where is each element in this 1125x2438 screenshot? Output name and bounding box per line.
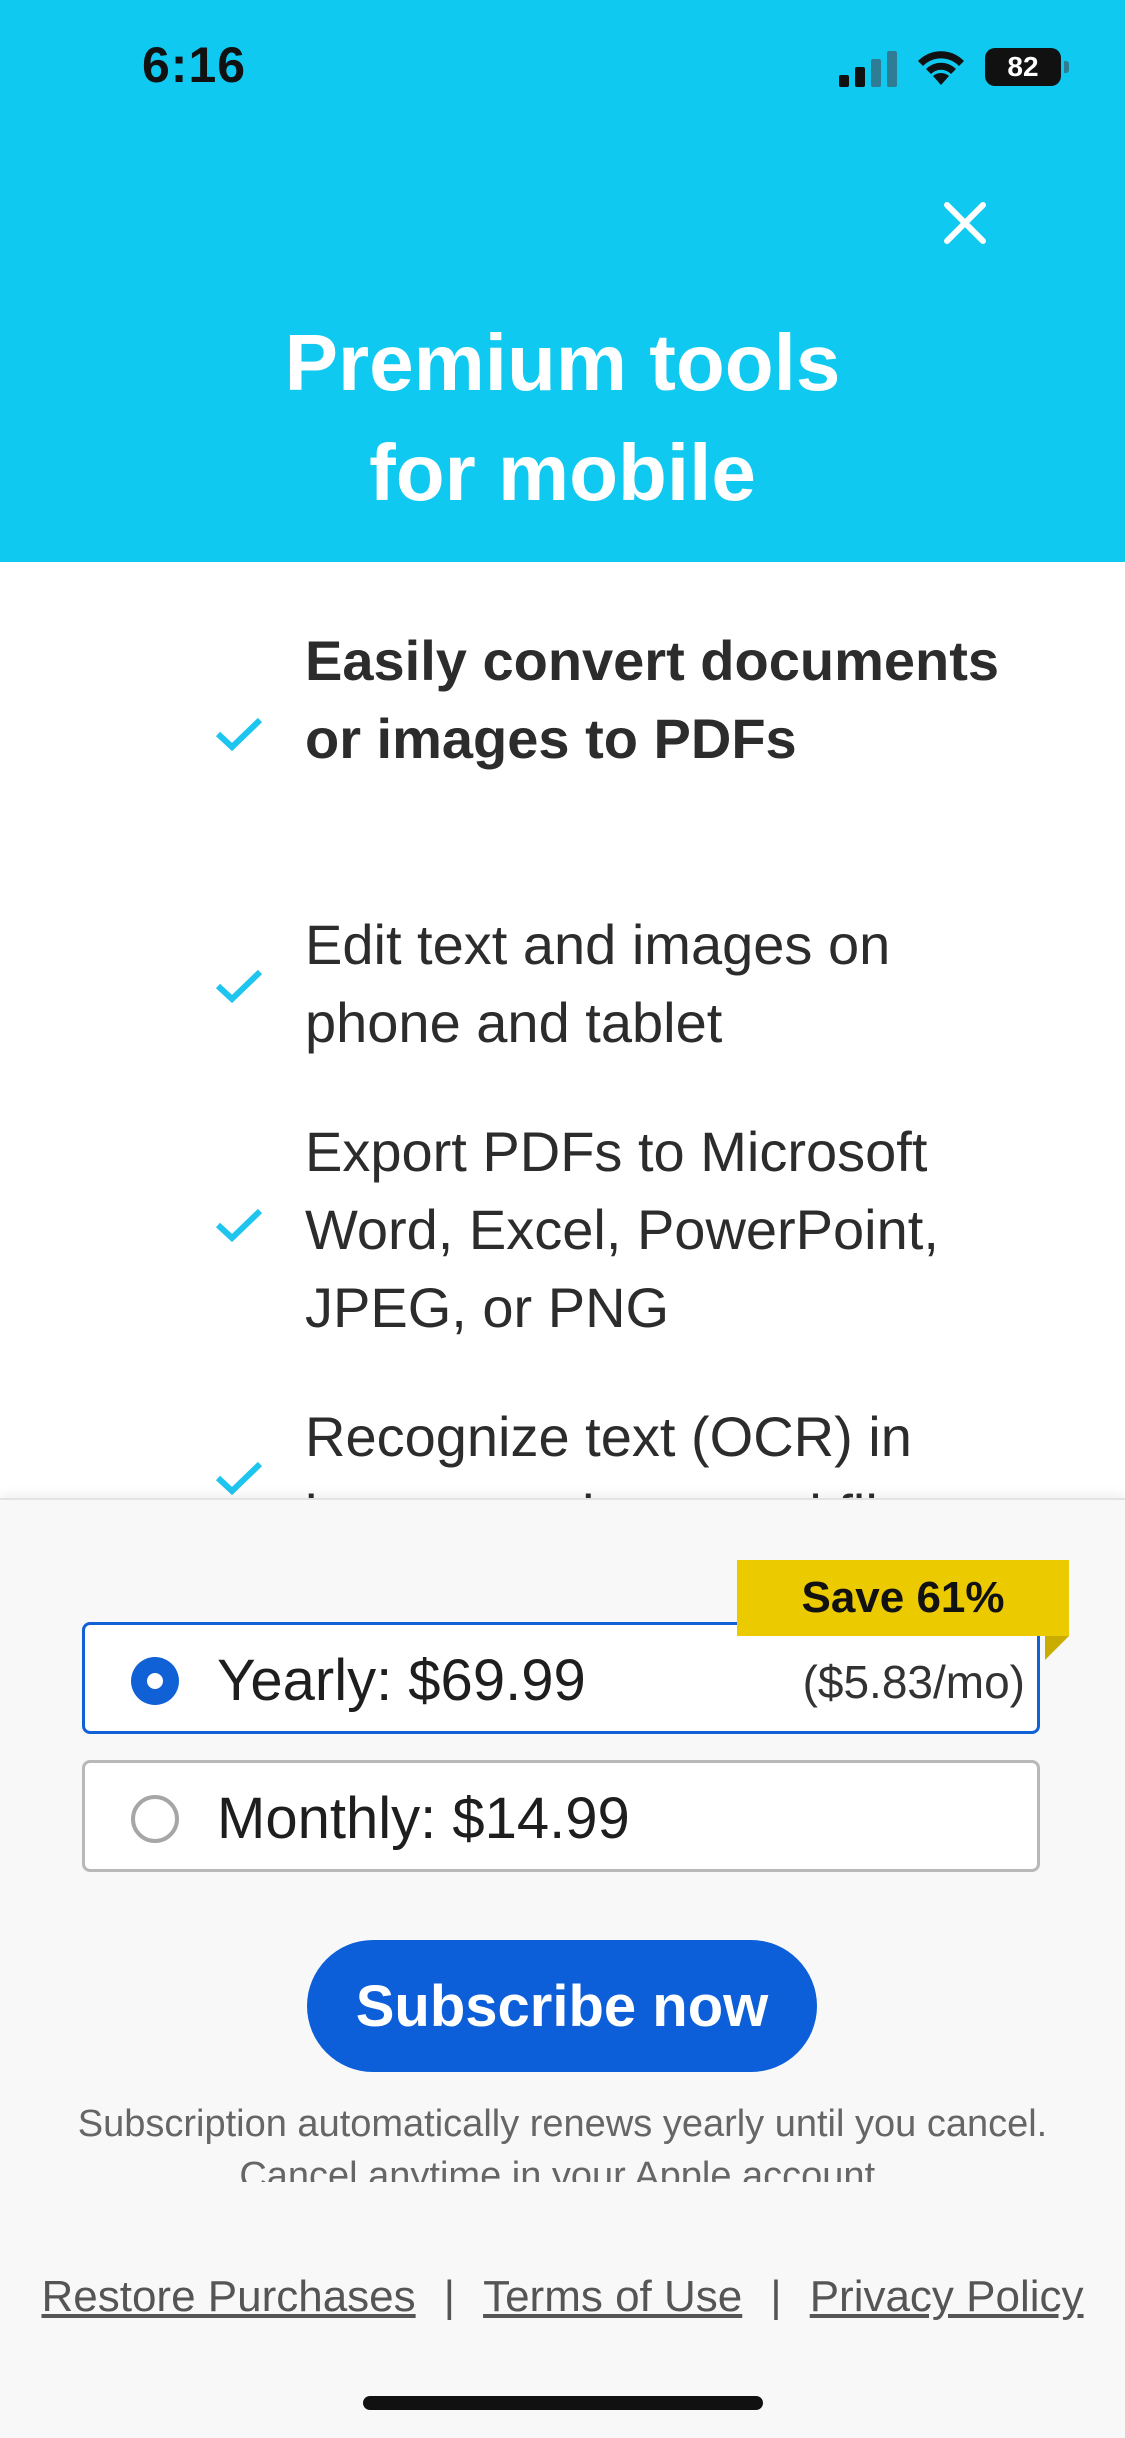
checkmark-icon bbox=[215, 717, 263, 752]
subscription-panel: Save 61% Yearly: $69.99 ($5.83/mo) Month… bbox=[0, 1498, 1125, 2438]
status-time: 6:16 bbox=[142, 37, 247, 93]
feature-text: Export PDFs to Microsoft Word, Excel, Po… bbox=[305, 1120, 939, 1339]
status-icons: 82 bbox=[839, 40, 1069, 94]
privacy-policy-link[interactable]: Privacy Policy bbox=[810, 2272, 1084, 2322]
footer-links: Restore Purchases | Terms of Use | Priva… bbox=[0, 2272, 1125, 2322]
header: 6:16 82 Premium tools for mobile bbox=[0, 0, 1125, 562]
battery-level: 82 bbox=[1007, 51, 1039, 82]
radio-unselected-icon[interactable] bbox=[131, 1795, 179, 1843]
title-line-2: for mobile bbox=[369, 428, 756, 517]
checkmark-icon bbox=[215, 969, 263, 1004]
wifi-icon bbox=[918, 51, 964, 85]
yearly-monthly-price: ($5.83/mo) bbox=[802, 1656, 1025, 1708]
terms-of-use-link[interactable]: Terms of Use bbox=[483, 2272, 742, 2322]
close-button[interactable] bbox=[930, 188, 1000, 258]
battery-icon: 82 bbox=[985, 48, 1069, 86]
yearly-plan-option[interactable]: Yearly: $69.99 ($5.83/mo) bbox=[82, 1622, 1040, 1734]
checkmark-icon bbox=[215, 1208, 263, 1243]
feature-text: Easily convert documents or images to PD… bbox=[305, 629, 1000, 770]
renewal-disclaimer: Subscription automatically renews yearly… bbox=[77, 2103, 1048, 2182]
feature-text: Recognize text (OCR) in images and scann… bbox=[305, 1405, 937, 1500]
home-indicator[interactable] bbox=[363, 2396, 763, 2410]
monthly-plan-option[interactable]: Monthly: $14.99 bbox=[82, 1760, 1040, 1872]
restore-purchases-link[interactable]: Restore Purchases bbox=[41, 2272, 415, 2322]
badge-fold bbox=[1045, 1636, 1069, 1660]
page-title: Premium tools for mobile bbox=[0, 308, 1125, 528]
checkmark-icon bbox=[215, 1461, 263, 1496]
title-line-1: Premium tools bbox=[284, 318, 841, 407]
feature-text: Edit text and images on phone and tablet bbox=[305, 913, 891, 1054]
monthly-plan-label: Monthly: $14.99 bbox=[217, 1786, 630, 1851]
footer-separator: | bbox=[443, 2272, 456, 2321]
radio-selected-icon[interactable] bbox=[131, 1657, 179, 1705]
footer-separator: | bbox=[770, 2272, 782, 2321]
subscribe-button[interactable]: Subscribe now bbox=[307, 1940, 817, 2072]
yearly-plan-label: Yearly: $69.99 bbox=[217, 1648, 586, 1713]
close-icon bbox=[944, 202, 986, 244]
feature-list: Easily convert documents or images to PD… bbox=[0, 562, 1125, 1500]
save-badge: Save 61% bbox=[737, 1560, 1069, 1636]
cellular-signal-icon bbox=[839, 47, 897, 87]
